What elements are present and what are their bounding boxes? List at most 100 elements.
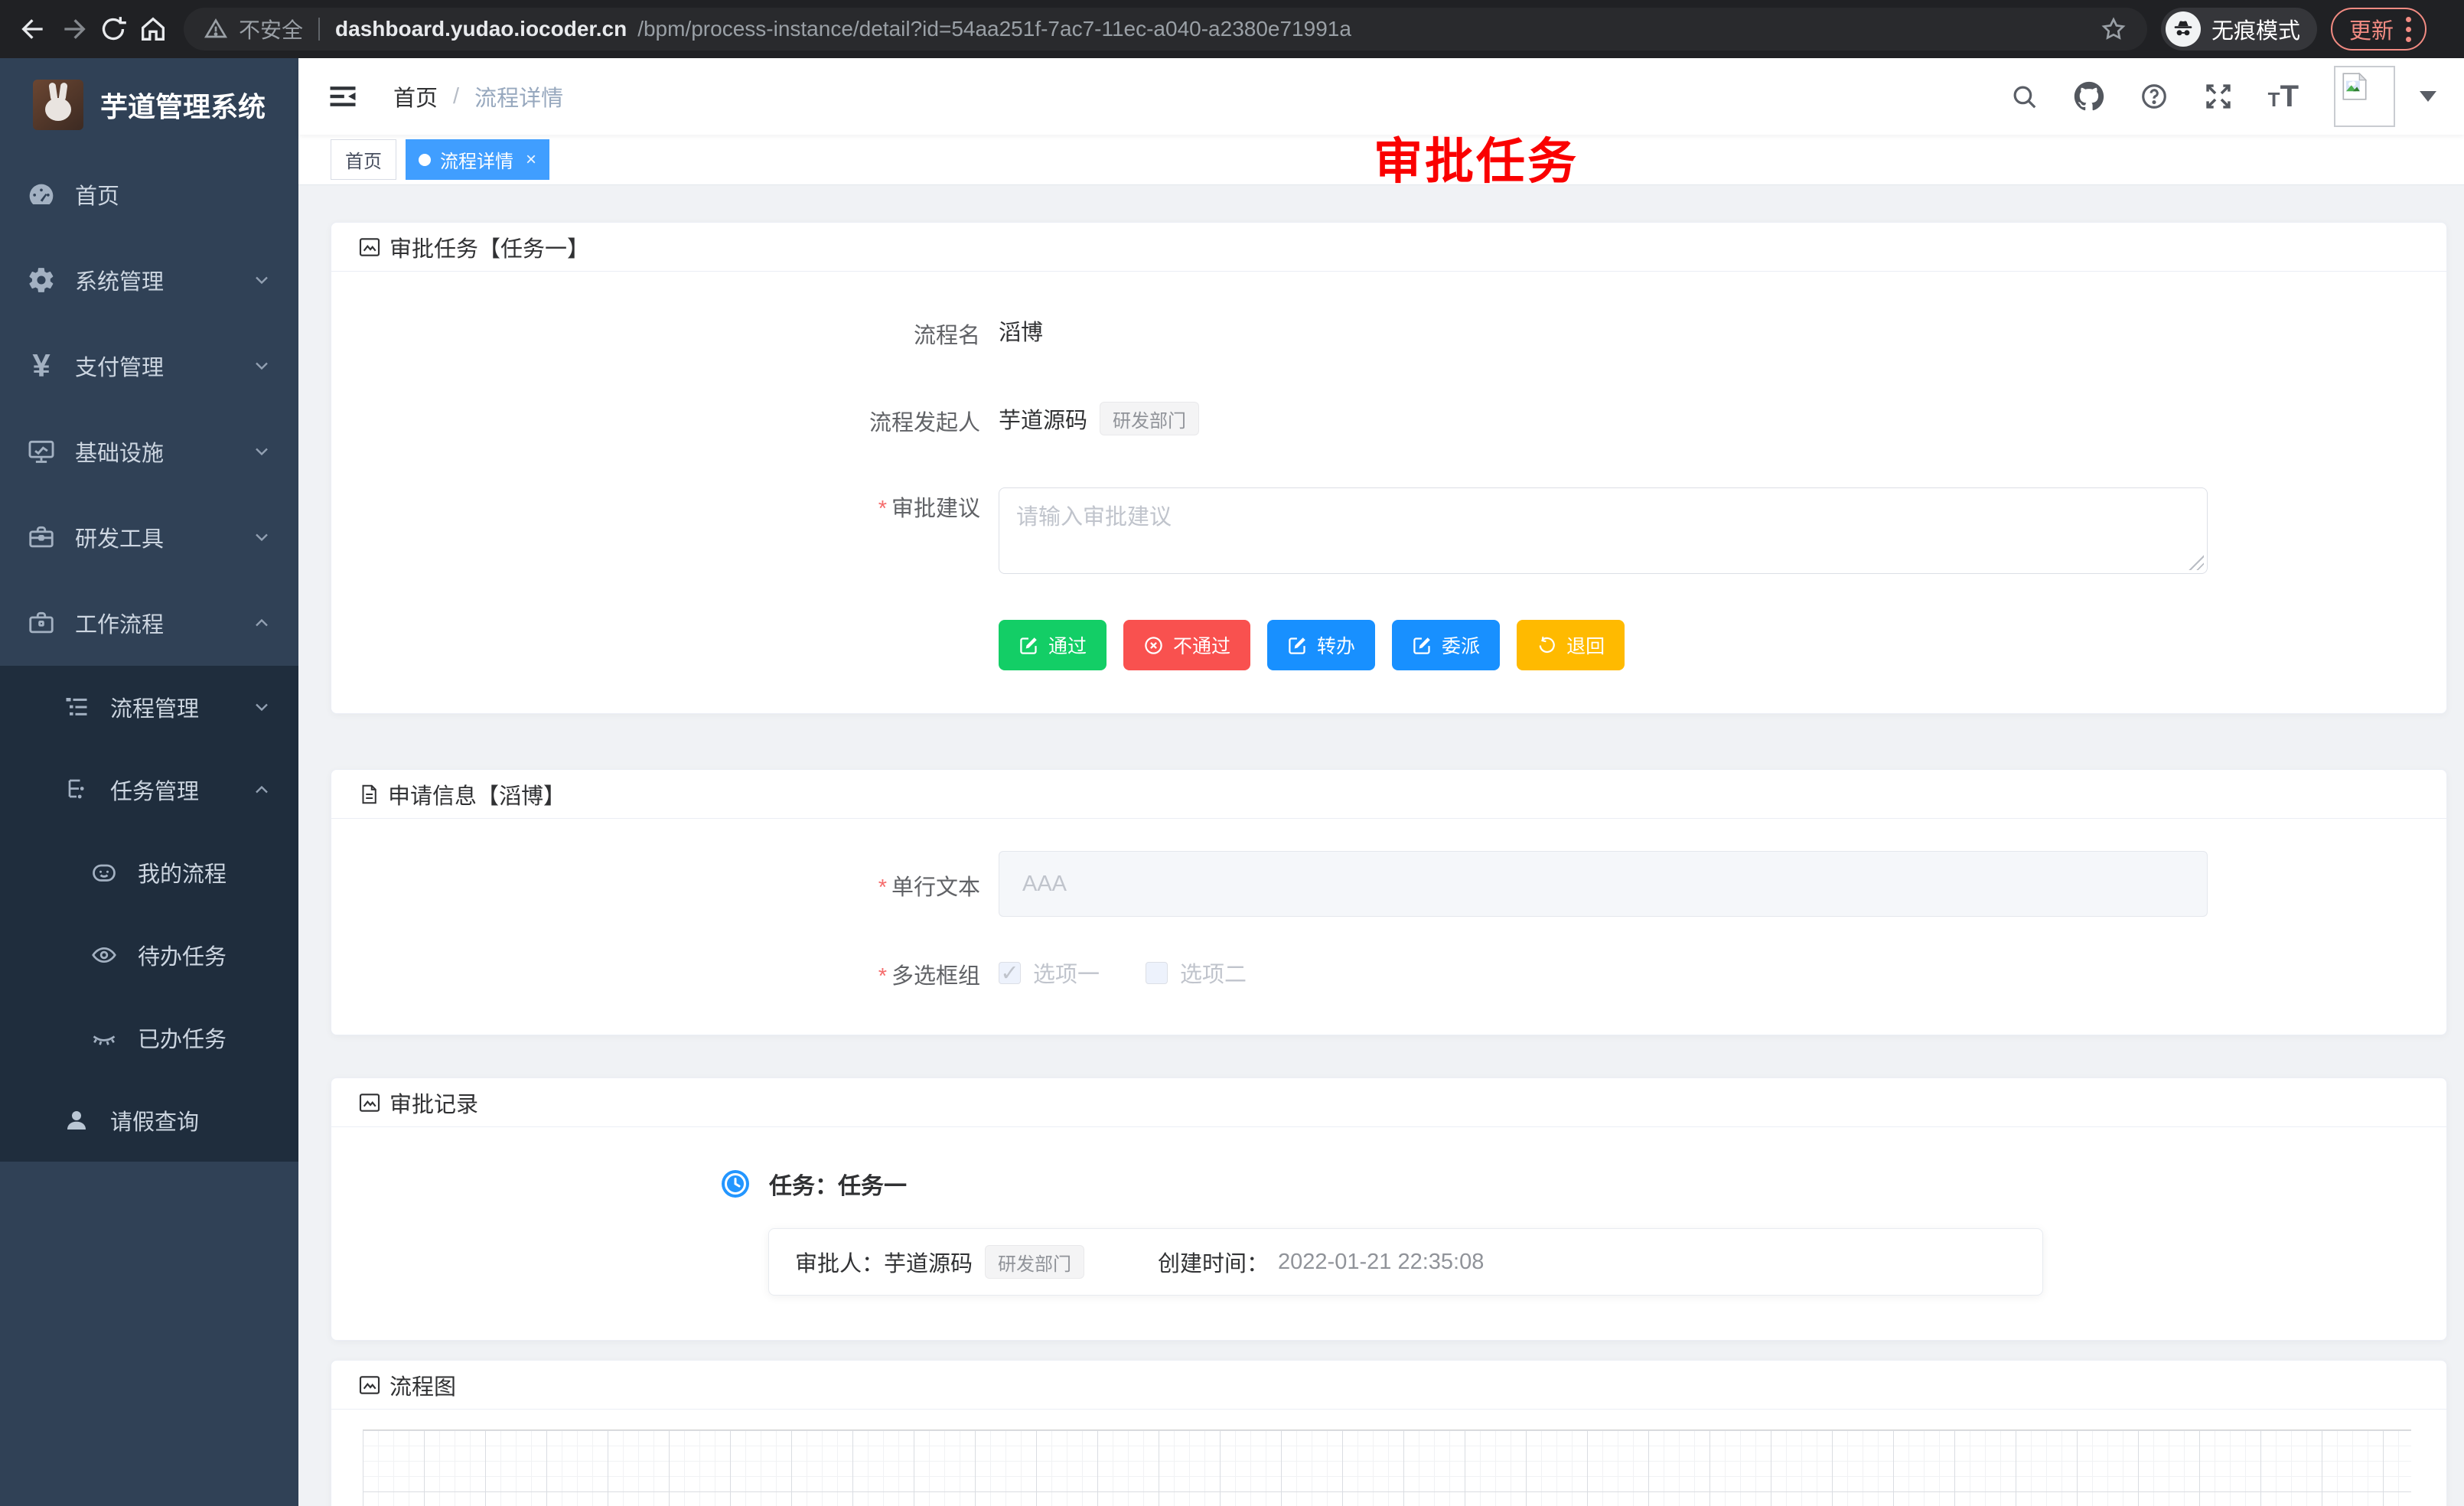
resize-grip-icon[interactable] [2187, 553, 2204, 570]
breadcrumb: 首页 / 流程详情 [393, 80, 563, 112]
address-bar[interactable]: 不安全 dashboard.yudao.iocoder.cn /bpm/proc… [184, 8, 2147, 51]
avatar[interactable] [2334, 66, 2395, 127]
sidebar-item-process-mgmt[interactable]: 流程管理 [0, 666, 298, 748]
sidebar-item-label: 系统管理 [75, 264, 164, 296]
toolbox-icon [24, 523, 58, 552]
card-title: 审批记录 [389, 1087, 478, 1119]
record-detail-card: 审批人： 芋道源码 研发部门 创建时间： 2022-01-21 22:35:08 [768, 1228, 2043, 1296]
close-icon[interactable]: × [526, 149, 536, 171]
timeline-item: 任务：任务一 [720, 1167, 2446, 1201]
sidebar-item-payment[interactable]: ¥ 支付管理 [0, 323, 298, 409]
back-icon[interactable] [14, 9, 54, 49]
org-tree-icon [60, 776, 93, 804]
forward-icon[interactable] [54, 9, 93, 49]
active-dot [419, 154, 431, 166]
checkbox-label: 选项一 [1033, 957, 1100, 989]
card-title: 申请信息【滔博】 [388, 778, 565, 810]
field-label: *多选框组 [331, 955, 980, 990]
sidebar-item-label: 请假查询 [110, 1104, 199, 1136]
incognito-icon [2166, 11, 2201, 47]
github-icon[interactable] [2074, 81, 2104, 112]
document-icon [357, 783, 380, 806]
checkbox-option-1: ✓ 选项一 [999, 957, 1100, 989]
kebab-menu-icon[interactable] [2406, 17, 2411, 42]
home-icon[interactable] [133, 9, 173, 49]
yen-icon: ¥ [24, 350, 58, 382]
picture-icon [357, 1090, 382, 1115]
chevron-down-icon [251, 696, 272, 718]
sidebar-item-devtools[interactable]: 研发工具 [0, 494, 298, 580]
sidebar-item-todo-tasks[interactable]: 待办任务 [0, 914, 298, 996]
monitor-icon [24, 437, 58, 466]
chevron-down-icon [251, 269, 272, 291]
sidebar-item-label: 我的流程 [138, 856, 227, 888]
reload-icon[interactable] [93, 9, 133, 49]
help-icon[interactable] [2140, 82, 2169, 111]
chevron-down-icon[interactable] [2420, 91, 2436, 102]
approval-record-card: 审批记录 任务：任务一 审批人： 芋道源码 研发部门 [331, 1077, 2447, 1341]
sidebar-item-infra[interactable]: 基础设施 [0, 409, 298, 494]
browser-menu[interactable]: 更新 [2331, 8, 2427, 51]
textarea-placeholder: 请输入审批建议 [1016, 505, 1172, 530]
transfer-button[interactable]: 转办 [1267, 620, 1375, 670]
sidebar-item-label: 工作流程 [75, 607, 164, 639]
sidebar-item-leave-query[interactable]: 请假查询 [0, 1079, 298, 1162]
eye-closed-icon [87, 1024, 121, 1051]
url-host: dashboard.yudao.iocoder.cn [335, 17, 627, 41]
sidebar-item-label: 首页 [75, 178, 119, 210]
annotation-text: 审批任务 [1374, 122, 1579, 193]
sidebar-collapse-icon[interactable] [326, 80, 360, 113]
incognito-label: 无痕模式 [2211, 13, 2300, 45]
sidebar-item-my-process[interactable]: 我的流程 [0, 831, 298, 914]
approve-button[interactable]: 通过 [999, 620, 1107, 670]
workflow-submenu: 流程管理 任务管理 我的流程 [0, 666, 298, 1162]
create-time-label: 创建时间： [1158, 1246, 1269, 1278]
fullscreen-icon[interactable] [2204, 82, 2233, 111]
sidebar-item-workflow[interactable]: 工作流程 [0, 580, 298, 666]
sidebar-item-done-tasks[interactable]: 已办任务 [0, 996, 298, 1079]
return-button[interactable]: 退回 [1517, 620, 1625, 670]
field-label: 流程发起人 [331, 402, 980, 437]
checkbox-unchecked-icon [1146, 962, 1168, 984]
required-asterisk: * [878, 964, 887, 989]
breadcrumb-separator: / [453, 84, 459, 109]
field-value: 滔博 [999, 315, 1043, 347]
tag-label: 首页 [345, 146, 382, 173]
screen: 不安全 dashboard.yudao.iocoder.cn /bpm/proc… [0, 0, 2464, 1506]
tag-process-detail[interactable]: 流程详情 × [406, 139, 549, 180]
bookmark-star-icon[interactable] [2100, 15, 2127, 43]
font-size-icon[interactable]: TT [2268, 80, 2299, 114]
field-label: 流程名 [331, 315, 980, 350]
application-info-card: 申请信息【滔博】 *单行文本 AAA *多选框组 [331, 769, 2447, 1035]
required-asterisk: * [878, 875, 887, 900]
breadcrumb-current: 流程详情 [474, 80, 563, 112]
field-label: *单行文本 [331, 866, 980, 901]
required-asterisk: * [878, 497, 887, 521]
breadcrumb-home[interactable]: 首页 [393, 80, 438, 112]
checkbox-checked-icon: ✓ [999, 962, 1021, 984]
sidebar-item-label: 任务管理 [110, 774, 199, 806]
incognito-badge: 无痕模式 [2161, 8, 2317, 51]
app-title: 芋道管理系统 [100, 85, 266, 125]
single-text-input: AAA [999, 851, 2208, 917]
reject-button[interactable]: 不通过 [1123, 620, 1250, 670]
approval-task-card: 审批任务【任务一】 流程名 滔博 流程发起人 芋道源码 研发部门 [331, 222, 2447, 714]
bpmn-canvas[interactable] [363, 1429, 2411, 1506]
sidebar-item-system[interactable]: 系统管理 [0, 237, 298, 323]
delegate-button[interactable]: 委派 [1392, 620, 1500, 670]
update-button[interactable]: 更新 [2349, 13, 2394, 45]
sidebar-item-task-mgmt[interactable]: 任务管理 [0, 748, 298, 831]
app-logo[interactable]: 芋道管理系统 [0, 58, 298, 152]
chevron-up-icon [251, 779, 272, 800]
sidebar-item-home[interactable]: 首页 [0, 152, 298, 237]
chevron-up-icon [251, 612, 272, 634]
tag-label: 流程详情 [440, 146, 513, 173]
task-title: 任务：任务一 [769, 1167, 907, 1201]
card-title: 审批任务【任务一】 [389, 231, 589, 263]
security-label[interactable]: 不安全 [239, 14, 303, 44]
dept-tag: 研发部门 [1100, 402, 1199, 435]
search-icon[interactable] [2009, 82, 2039, 111]
tag-home[interactable]: 首页 [331, 139, 396, 180]
approver-name: 芋道源码 [884, 1246, 973, 1278]
suggestion-textarea[interactable]: 请输入审批建议 [999, 487, 2208, 574]
